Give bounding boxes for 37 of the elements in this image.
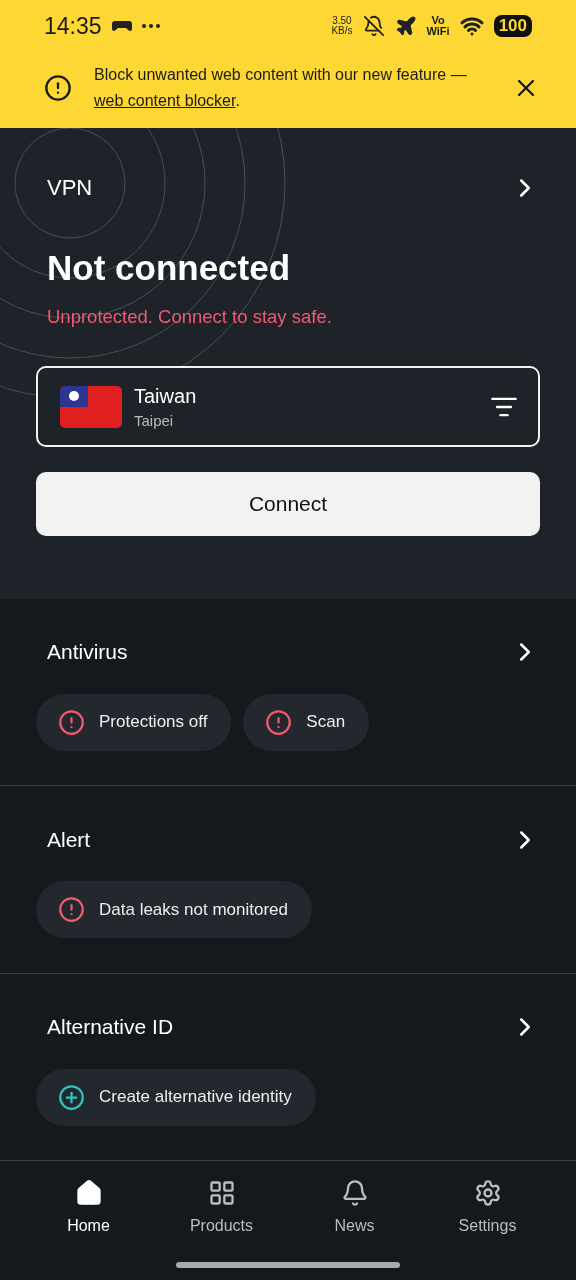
muted-bell-icon: [362, 15, 385, 37]
alert-icon: [265, 708, 293, 736]
info-icon: [44, 74, 72, 102]
status-chip[interactable]: Scan: [243, 693, 370, 751]
banner-message: Block unwanted web content with our new feature — web content blocker.: [94, 65, 468, 111]
nav-tab[interactable]: News: [288, 1161, 421, 1261]
section-title: Alternative ID: [47, 1015, 174, 1040]
settings-icon: [473, 1179, 502, 1207]
location-selector[interactable]: Taiwan Taipei: [36, 366, 540, 447]
nav-tab[interactable]: Settings: [421, 1161, 554, 1261]
airplane-icon: [394, 15, 417, 37]
home-icon: [74, 1179, 103, 1207]
nav-tab[interactable]: Home: [22, 1161, 155, 1261]
vowifi-indicator: Vo WiFi: [426, 15, 450, 37]
network-speed: 3.50 KB/s: [331, 16, 353, 36]
status-chip[interactable]: Protections off: [36, 693, 232, 751]
more-icon: [141, 24, 160, 28]
status-chip[interactable]: Data leaks not monitored: [36, 881, 312, 939]
clock: 14:35: [44, 12, 102, 40]
nav-tab[interactable]: Products: [155, 1161, 288, 1261]
status-chip[interactable]: Create alternative identity: [36, 1068, 316, 1126]
flag-icon: [60, 385, 122, 428]
web-content-blocker-link[interactable]: web content blocker: [94, 92, 236, 109]
vpn-label: VPN: [47, 175, 93, 201]
plus-icon: [58, 1083, 85, 1111]
city-name: Taipei: [134, 411, 175, 429]
grid-icon: [207, 1179, 236, 1207]
alert-icon: [58, 896, 85, 924]
section-title: Antivirus: [47, 640, 128, 665]
connection-status: Not connected: [46, 248, 292, 288]
warning-message: Unprotected. Connect to stay safe.: [46, 306, 333, 328]
alert-icon: [58, 708, 85, 736]
section-title: Alert: [47, 827, 91, 852]
battery-level: 100: [493, 15, 532, 37]
bell-icon: [340, 1179, 369, 1207]
connect-button[interactable]: Connect: [36, 472, 540, 536]
country-name: Taiwan: [134, 384, 198, 408]
